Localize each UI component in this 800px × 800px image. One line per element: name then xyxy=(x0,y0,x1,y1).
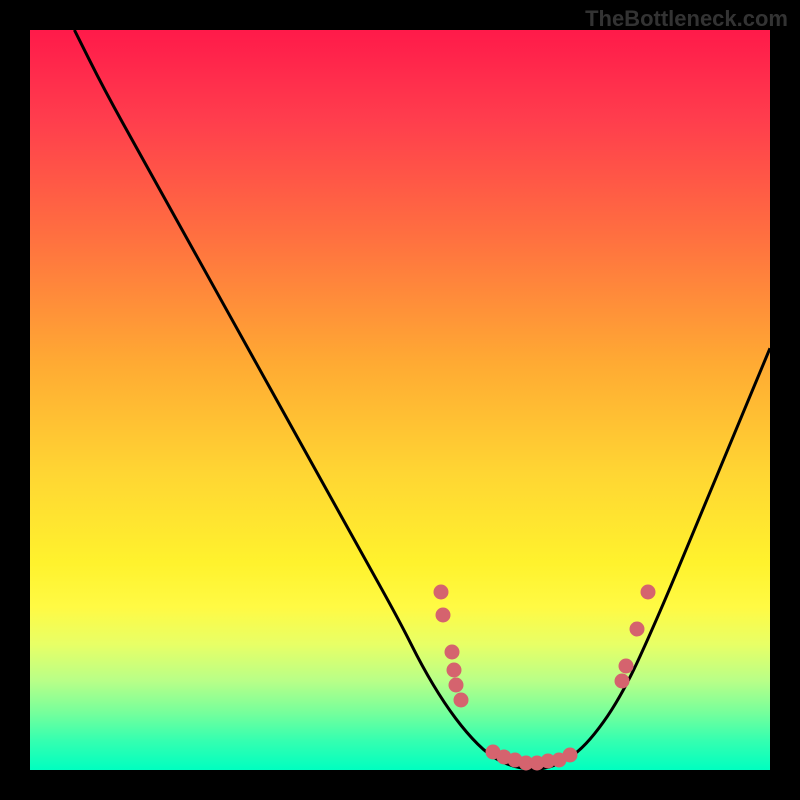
data-point xyxy=(640,585,655,600)
data-point xyxy=(449,677,464,692)
data-point xyxy=(453,692,468,707)
data-point xyxy=(433,585,448,600)
chart-data-points xyxy=(30,30,770,770)
data-point xyxy=(447,663,462,678)
data-point xyxy=(618,659,633,674)
watermark-text: TheBottleneck.com xyxy=(585,6,788,32)
data-point xyxy=(444,644,459,659)
data-point xyxy=(435,607,450,622)
data-point xyxy=(629,622,644,637)
data-point xyxy=(563,748,578,763)
data-point xyxy=(615,674,630,689)
